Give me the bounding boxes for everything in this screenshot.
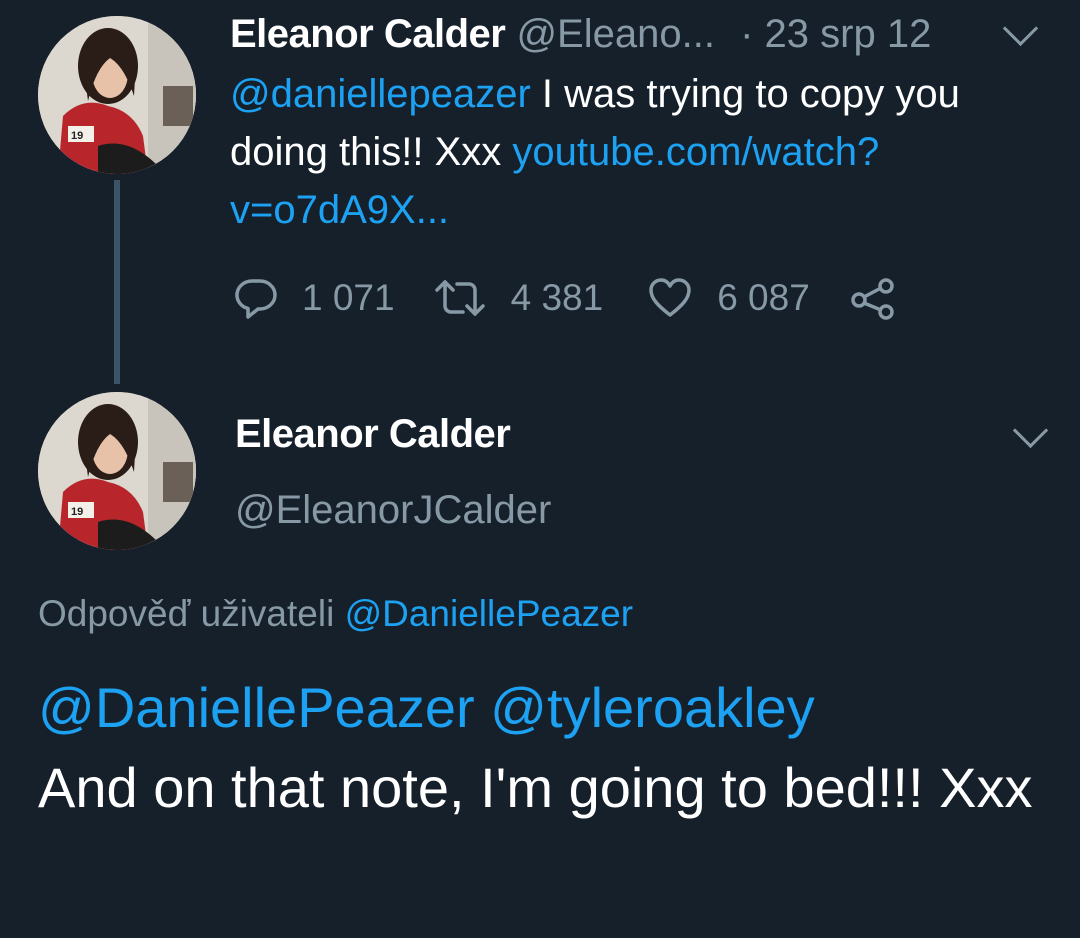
author-handle[interactable]: @EleanorJCalder — [235, 488, 551, 533]
like-button[interactable]: 6 087 — [647, 276, 810, 320]
svg-text:19: 19 — [71, 130, 83, 142]
share-button[interactable] — [850, 276, 896, 320]
retweet-icon — [433, 276, 487, 320]
avatar[interactable]: 19 — [38, 16, 196, 174]
author-name[interactable]: Eleanor Calder — [235, 412, 511, 457]
reply-button[interactable]: 1 071 — [234, 276, 395, 320]
mention-links[interactable]: @DaniellePeazer @tyleroakley — [38, 668, 1048, 748]
reply-icon — [234, 276, 278, 320]
thread-line — [114, 180, 120, 384]
heart-icon — [647, 276, 693, 320]
tweet-date[interactable]: 23 srp 12 — [765, 12, 932, 56]
mention-link[interactable]: @daniellepeazer — [230, 72, 531, 116]
chevron-down-icon[interactable] — [1002, 10, 1039, 47]
tweet-header: Eleanor Calder @Eleano... · 23 srp 12 — [230, 10, 931, 58]
tweet-text: @daniellepeazer I was trying to copy you… — [230, 65, 1060, 239]
tweet-actions: 1 071 4 381 6 087 — [234, 272, 896, 324]
chevron-down-icon[interactable] — [1012, 412, 1049, 449]
separator-dot: · — [740, 12, 754, 56]
tweet-body: And on that note, I'm going to bed!!! Xx… — [38, 756, 1033, 819]
tweet-text: @DaniellePeazer @tyleroakley And on that… — [38, 668, 1048, 828]
replying-to: Odpověď uživateli @DaniellePeazer — [38, 593, 633, 635]
retweet-button[interactable]: 4 381 — [433, 276, 604, 320]
author-name[interactable]: Eleanor Calder — [230, 12, 506, 56]
like-count: 6 087 — [717, 277, 810, 318]
replying-to-link[interactable]: @DaniellePeazer — [345, 593, 633, 634]
replying-prefix: Odpověď uživateli — [38, 593, 335, 634]
reply-count: 1 071 — [302, 277, 395, 318]
retweet-count: 4 381 — [510, 277, 604, 318]
author-handle[interactable]: @Eleano... — [516, 12, 715, 56]
avatar[interactable]: 19 — [38, 392, 196, 550]
svg-text:19: 19 — [71, 506, 83, 518]
share-icon — [850, 276, 896, 320]
